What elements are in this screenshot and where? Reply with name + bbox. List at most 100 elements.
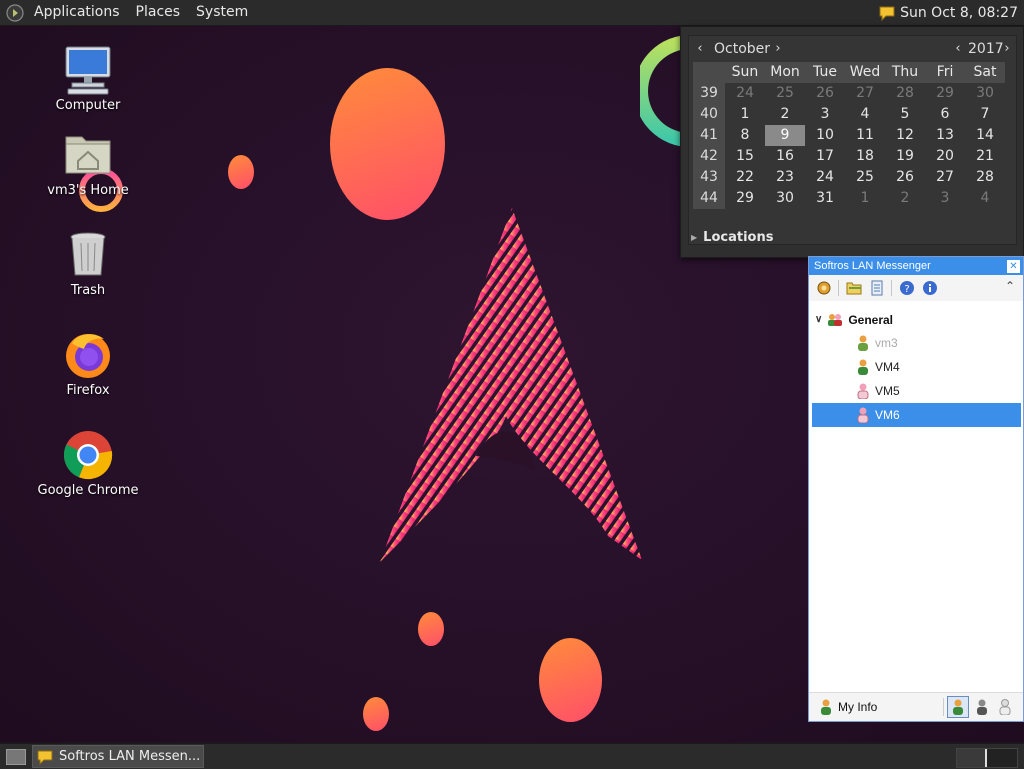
calendar-day[interactable]: 10 — [805, 125, 845, 146]
about-button[interactable] — [921, 279, 939, 297]
contact-item[interactable]: VM6 — [812, 403, 1021, 427]
my-info-button[interactable]: My Info — [809, 699, 939, 715]
calendar-day[interactable]: 27 — [925, 167, 965, 188]
panel-clock[interactable]: Sun Oct 8, 08:27 — [896, 5, 1024, 21]
weekday-header: Wed — [845, 62, 885, 83]
weekday-header: Sat — [965, 62, 1005, 83]
user-icon — [857, 407, 869, 423]
status-away-button[interactable] — [972, 697, 992, 717]
group-general[interactable]: ∨ General — [809, 309, 1023, 331]
workspace-switcher[interactable] — [956, 748, 1018, 768]
calendar-day[interactable]: 2 — [885, 188, 925, 209]
prev-year-button[interactable]: ‹ — [951, 40, 965, 58]
calendar-week-row: 44 29 30 31 1 2 3 4 — [693, 188, 1011, 209]
menu-logo-icon[interactable] — [6, 3, 24, 22]
calendar-grid: Sun Mon Tue Wed Thu Fri Sat 39 24 25 26 27 28 29 30 40 1… — [693, 62, 1011, 209]
messenger-toolbar: ? ⌃ — [809, 275, 1023, 301]
calendar-day[interactable]: 1 — [725, 104, 765, 125]
calendar-day[interactable]: 23 — [765, 167, 805, 188]
contact-item[interactable]: VM5 — [812, 379, 1021, 403]
calendar-day[interactable]: 7 — [965, 104, 1005, 125]
calendar-day[interactable]: 28 — [965, 167, 1005, 188]
calendar-day[interactable]: 25 — [765, 83, 805, 104]
calendar-day[interactable]: 3 — [925, 188, 965, 209]
calendar-day[interactable]: 29 — [725, 188, 765, 209]
calendar-day[interactable]: 17 — [805, 146, 845, 167]
calendar-day[interactable]: 19 — [885, 146, 925, 167]
menu-places[interactable]: Places — [128, 0, 189, 25]
menu-applications[interactable]: Applications — [26, 0, 128, 25]
calendar-day[interactable]: 14 — [965, 125, 1005, 146]
calendar-day[interactable]: 11 — [845, 125, 885, 146]
calendar-week-row: 42 15 16 17 18 19 20 21 — [693, 146, 1011, 167]
calendar-day[interactable]: 2 — [765, 104, 805, 125]
taskbar-button-label: Softros LAN Messen... — [59, 749, 201, 764]
prev-month-button[interactable]: ‹ — [693, 40, 707, 58]
calendar-day[interactable]: 29 — [925, 83, 965, 104]
calendar-day[interactable]: 28 — [885, 83, 925, 104]
calendar-day[interactable]: 25 — [845, 167, 885, 188]
chevron-down-icon[interactable]: ∨ — [815, 309, 822, 331]
group-label: General — [848, 313, 894, 327]
calendar-day[interactable]: 27 — [845, 83, 885, 104]
document-icon — [871, 280, 883, 296]
workspace-current[interactable] — [957, 749, 987, 767]
calendar-day[interactable]: 24 — [805, 167, 845, 188]
help-button[interactable]: ? — [898, 279, 916, 297]
locations-label: Locations — [703, 230, 774, 245]
desktop-icon-trash[interactable]: Trash — [28, 229, 148, 298]
taskbar-button-messenger[interactable]: Softros LAN Messen... — [32, 745, 204, 768]
calendar-day[interactable]: 4 — [965, 188, 1005, 209]
desktop-icon-computer[interactable]: Computer — [28, 44, 148, 113]
calendar-day[interactable]: 26 — [885, 167, 925, 188]
calendar-day[interactable]: 18 — [845, 146, 885, 167]
calendar-day[interactable]: 4 — [845, 104, 885, 125]
calendar-day[interactable]: 13 — [925, 125, 965, 146]
calendar-day[interactable]: 6 — [925, 104, 965, 125]
window-titlebar[interactable]: Softros LAN Messenger ✕ — [809, 257, 1023, 275]
show-desktop-icon[interactable] — [6, 748, 26, 765]
calendar-day[interactable]: 21 — [965, 146, 1005, 167]
desktop-icon-firefox[interactable]: Firefox — [28, 329, 148, 398]
open-folder-button[interactable] — [845, 279, 863, 297]
calendar-day[interactable]: 5 — [885, 104, 925, 125]
contact-item[interactable]: VM4 — [812, 355, 1021, 379]
messenger-icon — [37, 750, 53, 765]
close-icon[interactable]: ✕ — [1007, 260, 1020, 273]
history-button[interactable] — [868, 279, 886, 297]
menu-system[interactable]: System — [188, 0, 256, 25]
settings-button[interactable] — [815, 279, 833, 297]
calendar-day-today[interactable]: 9 — [765, 125, 805, 146]
next-month-button[interactable]: › — [771, 40, 785, 58]
desktop-icon-home[interactable]: vm3's Home — [28, 129, 148, 198]
calendar-day[interactable]: 8 — [725, 125, 765, 146]
calendar-day[interactable]: 20 — [925, 146, 965, 167]
calendar-day[interactable]: 24 — [725, 83, 765, 104]
group-icon — [828, 314, 843, 326]
calendar-day[interactable]: 12 — [885, 125, 925, 146]
desktop-icon-chrome[interactable]: Google Chrome — [28, 429, 148, 498]
calendar-day[interactable]: 30 — [765, 188, 805, 209]
bottom-panel: Softros LAN Messen... — [0, 743, 1024, 769]
week-number: 41 — [693, 125, 725, 146]
calendar-day[interactable]: 1 — [845, 188, 885, 209]
calendar-day[interactable]: 26 — [805, 83, 845, 104]
calendar-day[interactable]: 22 — [725, 167, 765, 188]
desktop-icon-label: Firefox — [66, 383, 110, 398]
messenger-tray-icon[interactable] — [878, 4, 896, 22]
online-user-icon — [953, 699, 963, 715]
calendar-day[interactable]: 31 — [805, 188, 845, 209]
desktop-icon-label: Computer — [55, 98, 121, 113]
calendar-day[interactable]: 16 — [765, 146, 805, 167]
calendar-day[interactable]: 30 — [965, 83, 1005, 104]
next-year-button[interactable]: › — [1000, 40, 1014, 58]
locations-expander[interactable]: ▶ Locations — [691, 230, 773, 245]
contact-item[interactable]: vm3 — [812, 331, 1021, 355]
status-online-button[interactable] — [947, 696, 969, 718]
calendar-day[interactable]: 3 — [805, 104, 845, 125]
chevron-up-icon[interactable]: ⌃ — [1005, 279, 1015, 293]
wallpaper-arch-logo — [380, 208, 642, 562]
status-offline-button[interactable] — [995, 697, 1015, 717]
calendar-day[interactable]: 15 — [725, 146, 765, 167]
trash-icon — [70, 232, 106, 276]
